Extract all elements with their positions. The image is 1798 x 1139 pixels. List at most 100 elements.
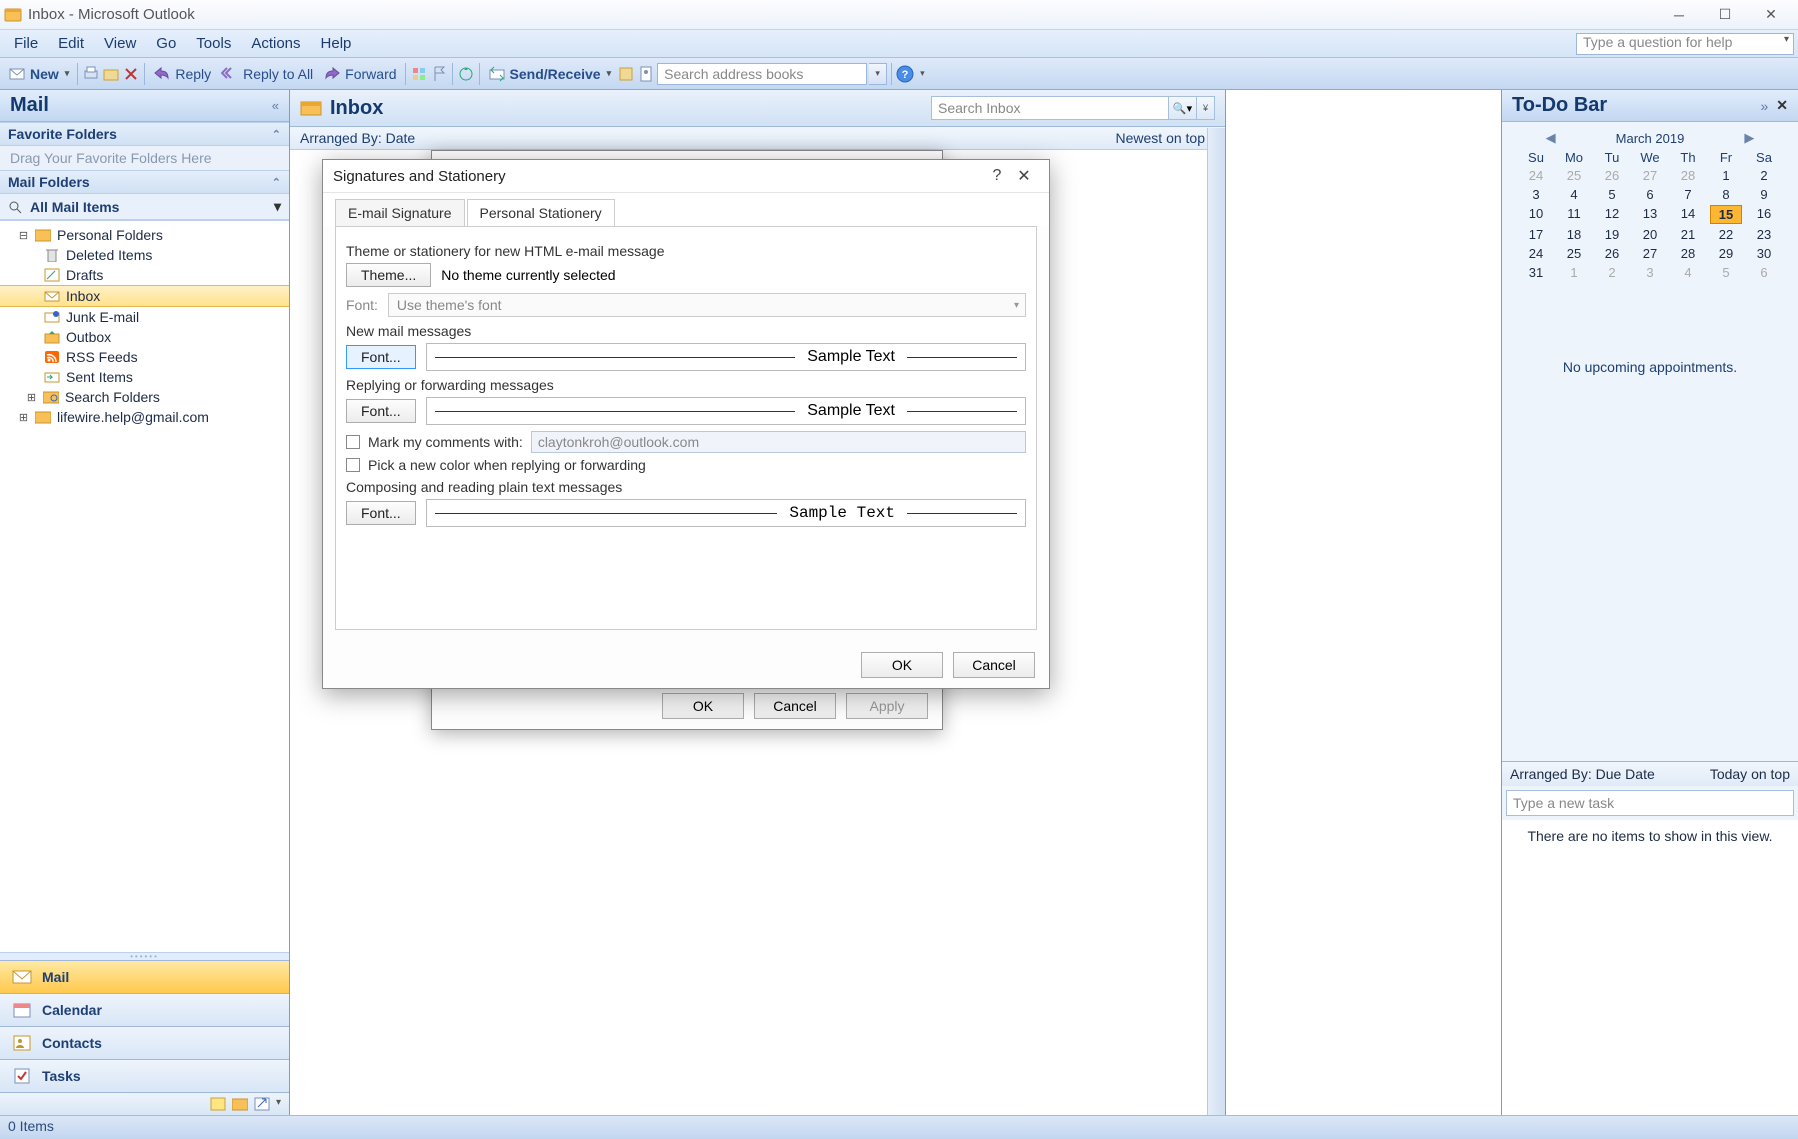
- cal-day-other[interactable]: 5: [1710, 264, 1742, 281]
- todo-close-icon[interactable]: ✕: [1776, 97, 1788, 114]
- cal-day-other[interactable]: 26: [1596, 167, 1628, 184]
- cal-prev-icon[interactable]: ◀: [1546, 130, 1556, 146]
- cal-next-icon[interactable]: ▶: [1744, 130, 1754, 146]
- flag-icon[interactable]: [430, 65, 448, 83]
- tab-email-signature[interactable]: E-mail Signature: [335, 199, 465, 226]
- font-reply-button[interactable]: Font...: [346, 399, 416, 423]
- cal-day[interactable]: 12: [1596, 205, 1628, 224]
- cal-day-other[interactable]: 1: [1558, 264, 1590, 281]
- cal-day[interactable]: 7: [1672, 186, 1704, 203]
- options-cancel-button[interactable]: Cancel: [754, 693, 836, 719]
- tree-gmail[interactable]: ⊞lifewire.help@gmail.com: [0, 407, 289, 427]
- theme-button[interactable]: Theme...: [346, 263, 431, 287]
- help-search[interactable]: Type a question for help: [1576, 33, 1794, 55]
- cal-day[interactable]: 10: [1520, 205, 1552, 224]
- close-button[interactable]: ✕: [1748, 1, 1794, 29]
- minimize-button[interactable]: ─: [1656, 1, 1702, 29]
- tree-sent[interactable]: Sent Items: [0, 367, 289, 387]
- menu-help[interactable]: Help: [311, 33, 362, 54]
- cal-day[interactable]: 17: [1520, 226, 1552, 243]
- font-plain-button[interactable]: Font...: [346, 501, 416, 525]
- cal-day[interactable]: 18: [1558, 226, 1590, 243]
- new-button[interactable]: New: [4, 63, 73, 85]
- cal-day[interactable]: 1: [1710, 167, 1742, 184]
- font-select[interactable]: Use theme's font: [388, 293, 1026, 317]
- nav-gripper[interactable]: ••••••: [0, 952, 289, 960]
- tree-deleted[interactable]: Deleted Items: [0, 245, 289, 265]
- cal-day-other[interactable]: 4: [1672, 264, 1704, 281]
- inbox-search-btn[interactable]: 🔍▾: [1169, 96, 1197, 120]
- cal-day[interactable]: 24: [1520, 245, 1552, 262]
- cal-day[interactable]: 3: [1520, 186, 1552, 203]
- menu-file[interactable]: File: [4, 33, 48, 54]
- categorize-icon[interactable]: [410, 65, 428, 83]
- send-receive-button[interactable]: Send/Receive: [484, 63, 616, 85]
- cal-day[interactable]: 31: [1520, 264, 1552, 281]
- maximize-button[interactable]: ☐: [1702, 1, 1748, 29]
- cal-day-other[interactable]: 25: [1558, 167, 1590, 184]
- favorites-header[interactable]: Favorite Folders⌃: [0, 122, 289, 146]
- folders-icon[interactable]: [232, 1097, 248, 1111]
- cal-day[interactable]: 22: [1710, 226, 1742, 243]
- tree-rss[interactable]: RSS Feeds: [0, 347, 289, 367]
- reply-button[interactable]: Reply: [149, 63, 215, 85]
- cal-day[interactable]: 14: [1672, 205, 1704, 224]
- mark-comments-field[interactable]: [531, 431, 1026, 453]
- help-icon[interactable]: ?: [896, 65, 914, 83]
- cal-day[interactable]: 2: [1748, 167, 1780, 184]
- msglist-scrollbar[interactable]: [1207, 128, 1225, 1115]
- cal-day[interactable]: 16: [1748, 205, 1780, 224]
- menu-view[interactable]: View: [94, 33, 146, 54]
- cal-day-other[interactable]: 3: [1634, 264, 1666, 281]
- arrange-by-row[interactable]: Arranged By: Date Newest on top: [290, 127, 1225, 150]
- mail-folders-header[interactable]: Mail Folders⌃: [0, 170, 289, 194]
- cal-day[interactable]: 8: [1710, 186, 1742, 203]
- nav-mini-overflow[interactable]: ▾: [276, 1097, 281, 1111]
- cal-day[interactable]: 25: [1558, 245, 1590, 262]
- move-icon[interactable]: [102, 65, 120, 83]
- cal-day[interactable]: 19: [1596, 226, 1628, 243]
- new-task-input[interactable]: Type a new task: [1506, 790, 1794, 816]
- menu-actions[interactable]: Actions: [241, 33, 310, 54]
- options-apply-button[interactable]: Apply: [846, 693, 928, 719]
- cal-day[interactable]: 11: [1558, 205, 1590, 224]
- cal-day[interactable]: 13: [1634, 205, 1666, 224]
- cal-day[interactable]: 26: [1596, 245, 1628, 262]
- tree-search-folders[interactable]: ⊞Search Folders: [0, 387, 289, 407]
- all-mail-items[interactable]: All Mail Items▾: [0, 194, 289, 220]
- address-search-dropdown[interactable]: ▾: [869, 63, 887, 85]
- nav-collapse-icon[interactable]: «: [272, 98, 279, 113]
- sync-icon[interactable]: [457, 65, 475, 83]
- cal-day[interactable]: 6: [1634, 186, 1666, 203]
- tree-outbox[interactable]: Outbox: [0, 327, 289, 347]
- address-search[interactable]: [657, 63, 867, 85]
- cal-day[interactable]: 4: [1558, 186, 1590, 203]
- cal-day[interactable]: 30: [1748, 245, 1780, 262]
- inbox-search-input[interactable]: [931, 96, 1169, 120]
- cal-day[interactable]: 23: [1748, 226, 1780, 243]
- menu-tools[interactable]: Tools: [186, 33, 241, 54]
- cal-day[interactable]: 15: [1710, 205, 1742, 224]
- nav-calendar[interactable]: Calendar: [0, 993, 289, 1026]
- tree-personal-folders[interactable]: ⊟Personal Folders: [0, 225, 289, 245]
- sig-close-button[interactable]: ✕: [1009, 166, 1039, 186]
- notes-icon[interactable]: [210, 1097, 226, 1111]
- toolbar-overflow[interactable]: [916, 68, 927, 79]
- cal-day[interactable]: 21: [1672, 226, 1704, 243]
- nav-mail[interactable]: Mail: [0, 960, 289, 993]
- font-new-button[interactable]: Font...: [346, 345, 416, 369]
- mark-comments-checkbox[interactable]: [346, 435, 360, 449]
- shortcuts-icon[interactable]: [254, 1097, 270, 1111]
- cal-day-other[interactable]: 27: [1634, 167, 1666, 184]
- cal-day[interactable]: 29: [1710, 245, 1742, 262]
- menu-go[interactable]: Go: [146, 33, 186, 54]
- cal-day-other[interactable]: 28: [1672, 167, 1704, 184]
- pick-color-checkbox[interactable]: [346, 458, 360, 472]
- cal-day-other[interactable]: 6: [1748, 264, 1780, 281]
- delete-icon[interactable]: [122, 65, 140, 83]
- tree-inbox[interactable]: Inbox: [0, 285, 289, 307]
- sig-help-button[interactable]: ?: [985, 167, 1009, 185]
- nav-tasks[interactable]: Tasks: [0, 1059, 289, 1092]
- sig-ok-button[interactable]: OK: [861, 652, 943, 678]
- cal-day[interactable]: 20: [1634, 226, 1666, 243]
